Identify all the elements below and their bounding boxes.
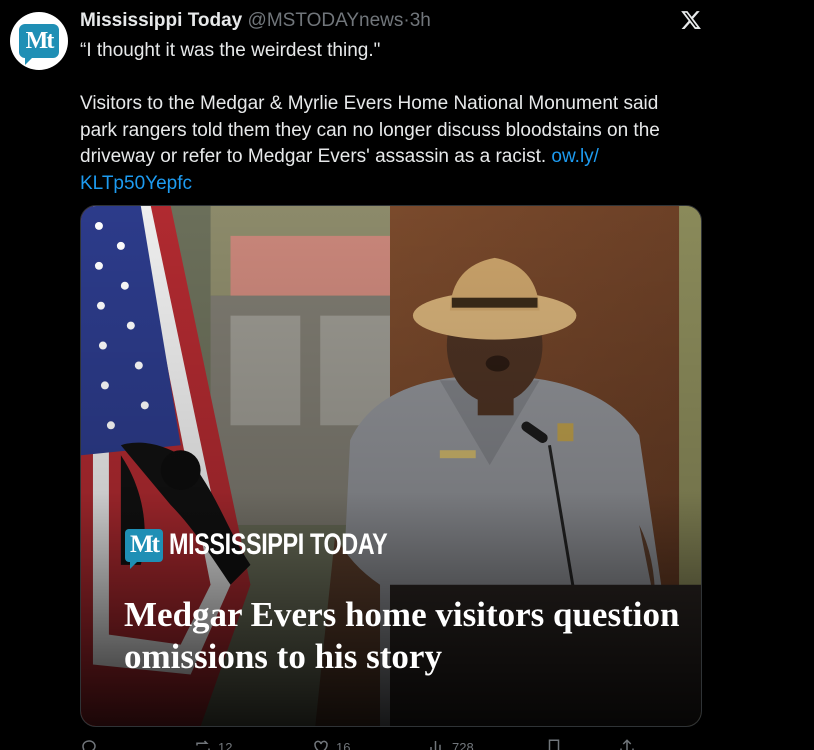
brand-name: MISSISSIPPI TODAY [169,528,388,561]
views-count: 728 [452,739,474,750]
share-button[interactable] [618,738,642,750]
views-icon [430,741,441,750]
bookmark-button[interactable] [545,738,569,750]
like-count: 16 [336,739,351,750]
card-headline: Medgar Evers home visitors question omis… [124,595,680,676]
views-button[interactable]: 728 [428,738,474,750]
share-icon [620,739,634,750]
reply-button[interactable] [80,738,104,750]
heart-icon [314,740,328,750]
like-button[interactable]: 16 [312,738,350,750]
repost-button[interactable]: 12 [194,738,232,750]
tweet-header: Mississippi Today @MSTODAYnews·3h [80,9,431,33]
publication-brand: Mt MISSISSIPPI TODAY [125,528,449,569]
brand-logo: Mt [125,528,163,569]
author-name[interactable]: Mississippi Today [80,10,242,31]
repost-icon [196,740,210,750]
reply-icon [82,740,96,750]
tweet-actions: 12 16 728 [80,738,640,750]
repost-count: 12 [218,739,233,750]
mississippi-today-logo: Mt [19,24,59,65]
quote-line: “I thought it was the weirdest thing." [80,40,381,61]
tweet-text: “I thought it was the weirdest thing." V… [80,38,690,197]
avatar[interactable]: Mt [10,12,68,70]
link-card[interactable]: Mt MISSISSIPPI TODAY Medgar Evers home v… [80,205,702,727]
bookmark-icon [548,739,560,750]
tweet-body: Visitors to the Medgar & Myrlie Evers Ho… [80,91,690,197]
author-handle[interactable]: @MSTODAYnews [248,10,404,31]
timestamp[interactable]: 3h [410,10,431,31]
x-logo-icon [681,11,701,29]
